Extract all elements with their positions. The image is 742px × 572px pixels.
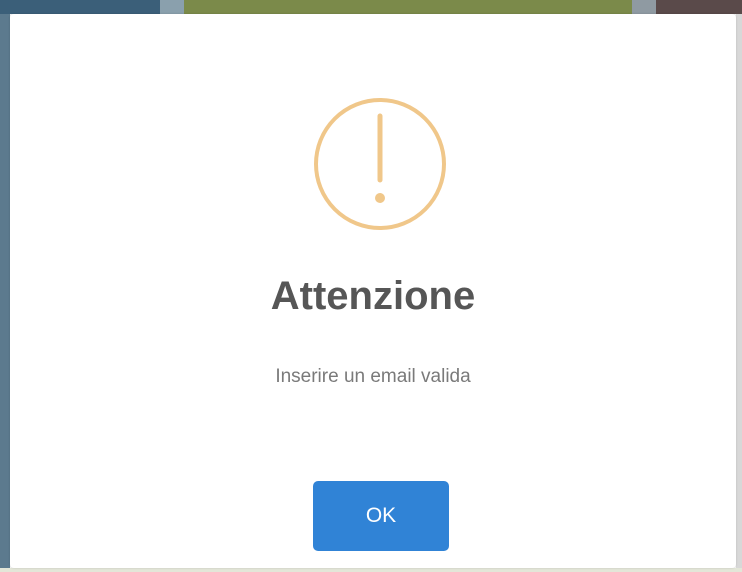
background-left-edge <box>0 14 10 572</box>
alert-dialog: Attenzione Inserire un email valida OK <box>10 14 736 568</box>
background-header-segment <box>656 0 742 14</box>
background-bottom-edge <box>0 568 742 572</box>
dialog-title: Attenzione <box>270 274 476 318</box>
background-header-segment <box>0 0 160 14</box>
warning-exclamation-icon <box>312 96 448 232</box>
background-right-edge <box>736 14 742 572</box>
background-header-segment <box>160 0 184 14</box>
background-header-segment <box>632 0 656 14</box>
dialog-message: Inserire un email valida <box>275 366 471 387</box>
ok-button[interactable]: OK <box>313 481 449 551</box>
background-header-segment <box>184 0 632 14</box>
